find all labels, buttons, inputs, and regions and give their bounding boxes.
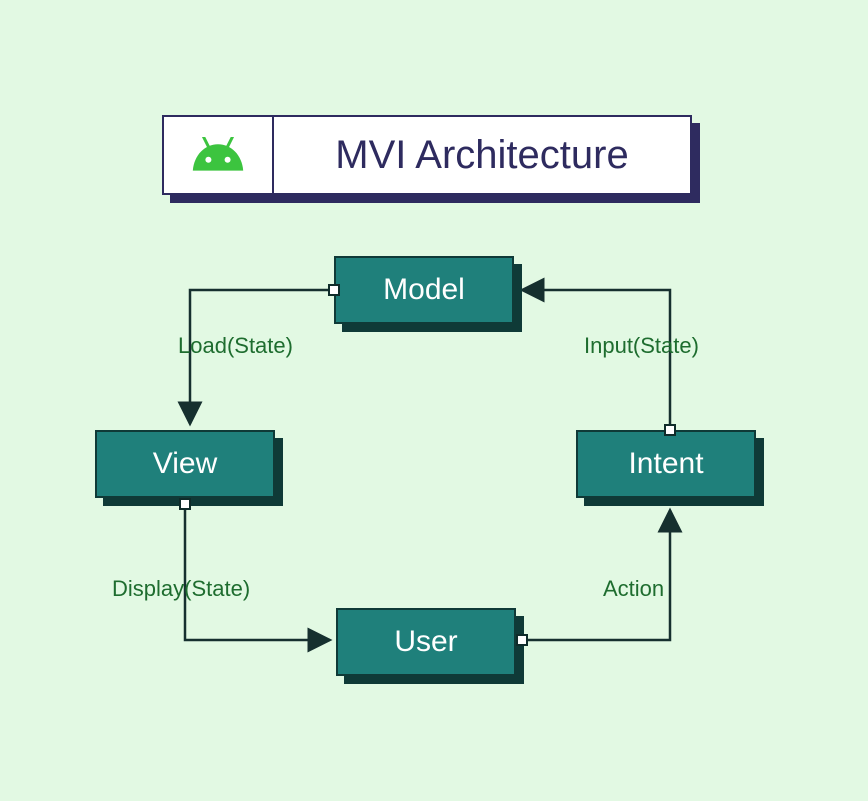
node-intent: Intent	[576, 430, 756, 498]
node-intent-box: Intent	[576, 430, 756, 498]
edge-label-input: Input(State)	[584, 333, 699, 359]
android-icon	[188, 137, 248, 173]
port-model-left	[328, 284, 340, 296]
port-view-bottom	[179, 498, 191, 510]
diagram-title: MVI Architecture	[274, 117, 690, 193]
edge-label-load: Load(State)	[178, 333, 293, 359]
node-view-label: View	[153, 447, 217, 481]
node-view: View	[95, 430, 275, 498]
port-intent-top	[664, 424, 676, 436]
title-icon-cell	[164, 117, 274, 193]
diagram-canvas: MVI Architecture Model View In	[0, 0, 868, 801]
node-intent-label: Intent	[628, 447, 703, 481]
edge-label-action: Action	[603, 576, 664, 602]
node-view-box: View	[95, 430, 275, 498]
port-user-right	[516, 634, 528, 646]
title-card-box: MVI Architecture	[162, 115, 692, 195]
node-model-box: Model	[334, 256, 514, 324]
node-model: Model	[334, 256, 514, 324]
node-user: User	[336, 608, 516, 676]
title-card: MVI Architecture	[162, 115, 692, 195]
node-user-label: User	[394, 625, 457, 659]
node-model-label: Model	[383, 273, 465, 307]
edge-label-display: Display(State)	[112, 576, 250, 602]
node-user-box: User	[336, 608, 516, 676]
